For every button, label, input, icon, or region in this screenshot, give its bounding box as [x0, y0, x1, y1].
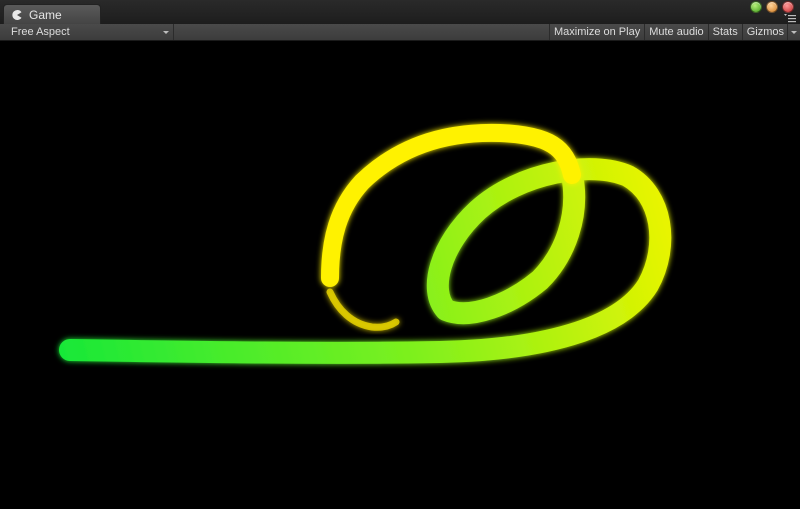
yellow-tail-stroke [326, 288, 400, 331]
gizmos-button[interactable]: Gizmos [741, 24, 787, 40]
game-viewport[interactable] [0, 41, 800, 509]
orange-minimize-icon[interactable] [766, 1, 778, 13]
tab-game[interactable]: Game [3, 4, 101, 24]
pacman-icon [10, 8, 24, 22]
game-toolbar: Free Aspect Maximize on Play Mute audio … [0, 24, 800, 41]
glow-stroke-canvas [59, 123, 672, 364]
red-close-icon[interactable] [782, 1, 794, 13]
aspect-label: Free Aspect [11, 26, 70, 38]
dropdown-arrow-icon [163, 26, 169, 38]
game-window: Game Free Aspect Maximize on Play Mute a… [0, 0, 800, 509]
green-zoom-icon[interactable] [750, 1, 762, 13]
aspect-dropdown[interactable]: Free Aspect [4, 24, 174, 40]
mute-audio-button[interactable]: Mute audio [644, 24, 707, 40]
panel-menu-icon[interactable] [784, 13, 796, 23]
toolbar-right: Maximize on Play Mute audio Stats Gizmos [549, 24, 800, 40]
stats-button[interactable]: Stats [707, 24, 742, 40]
maximize-on-play-button[interactable]: Maximize on Play [549, 24, 644, 40]
gizmos-dropdown-icon[interactable] [787, 24, 800, 40]
tab-label: Game [29, 7, 62, 22]
tab-bar: Game [0, 0, 800, 25]
